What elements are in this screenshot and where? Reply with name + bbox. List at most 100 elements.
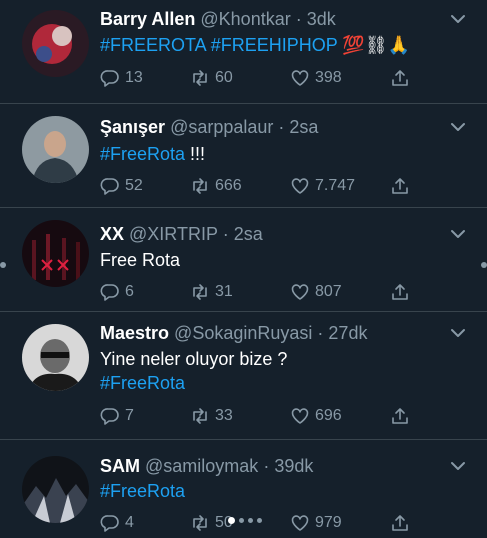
tweet-header: XX @XIRTRIP · 2sa (100, 223, 447, 245)
reply-count: 13 (125, 69, 143, 86)
hashtag-link[interactable]: #FreeRota (100, 373, 185, 393)
page-dot-active[interactable] (228, 517, 235, 524)
tweet-text-line: #FREEROTA #FREEHIPHOP 💯⛓🙏 (100, 33, 467, 57)
display-name[interactable]: Barry Allen (100, 9, 195, 29)
display-name[interactable]: Şanışer (100, 117, 165, 137)
timestamp[interactable]: 39dk (274, 456, 313, 476)
avatar[interactable] (22, 220, 89, 287)
page-dot[interactable] (248, 518, 253, 523)
tweet[interactable]: Barry Allen @Khontkar · 3dk #FREEROTA #F… (0, 0, 487, 104)
username[interactable]: @sarppalaur (170, 117, 273, 137)
reply-button[interactable]: 7 (100, 405, 134, 427)
display-name[interactable]: XX (100, 224, 124, 244)
retweet-icon (190, 176, 215, 196)
retweet-count: 666 (215, 177, 242, 194)
tweet-text: #FreeRota (100, 479, 467, 503)
hashtag-link[interactable]: #FREEROTA #FREEHIPHOP (100, 35, 337, 55)
display-name[interactable]: Maestro (100, 323, 169, 343)
timestamp[interactable]: 2sa (234, 224, 263, 244)
like-count: 807 (315, 283, 342, 300)
avatar[interactable] (22, 324, 89, 391)
separator: · (295, 9, 302, 29)
like-count: 7.747 (315, 177, 356, 194)
chevron-down-icon[interactable] (449, 324, 467, 342)
share-button[interactable] (390, 281, 415, 303)
like-count: 696 (315, 407, 342, 424)
chevron-down-icon[interactable] (449, 10, 467, 28)
timestamp[interactable]: 27dk (328, 323, 367, 343)
avatar[interactable] (22, 10, 89, 77)
page-dot[interactable] (257, 518, 262, 523)
tweet-text-line: Free Rota (100, 248, 467, 272)
tweet-text-span: 💯⛓🙏 (337, 35, 411, 55)
reply-button[interactable]: 13 (100, 67, 143, 89)
retweet-button[interactable]: 33 (190, 405, 233, 427)
like-button[interactable]: 696 (290, 405, 342, 427)
chevron-down-icon[interactable] (449, 118, 467, 136)
tweet-text-line: #FreeRota (100, 371, 467, 395)
tweet-header: Şanışer @sarppalaur · 2sa (100, 116, 447, 138)
avatar[interactable] (22, 116, 89, 183)
username[interactable]: @Khontkar (200, 9, 290, 29)
retweet-button[interactable]: 666 (190, 175, 242, 197)
reply-icon (100, 176, 125, 196)
username[interactable]: @XIRTRIP (129, 224, 218, 244)
page-indicator[interactable] (228, 517, 262, 524)
timestamp[interactable]: 2sa (289, 117, 318, 137)
chevron-down-icon[interactable] (449, 457, 467, 475)
tweet[interactable]: XX @XIRTRIP · 2sa Free Rota 6 31 807 (0, 208, 487, 312)
tweet[interactable]: Maestro @SokaginRuyasi · 27dk Yine neler… (0, 312, 487, 440)
username[interactable]: @samiloymak (145, 456, 258, 476)
display-name[interactable]: SAM (100, 456, 140, 476)
retweet-icon (190, 68, 215, 88)
share-button[interactable] (390, 512, 415, 534)
username[interactable]: @SokaginRuyasi (174, 323, 312, 343)
tweet-header: SAM @samiloymak · 39dk (100, 455, 447, 477)
retweet-icon (190, 282, 215, 302)
tweet-header: Maestro @SokaginRuyasi · 27dk (100, 322, 447, 344)
retweet-count: 60 (215, 69, 233, 86)
separator: · (317, 323, 324, 343)
retweet-button[interactable]: 60 (190, 67, 233, 89)
share-button[interactable] (390, 67, 415, 89)
timestamp[interactable]: 3dk (307, 9, 336, 29)
chevron-down-icon[interactable] (449, 225, 467, 243)
share-button[interactable] (390, 405, 415, 427)
tweet[interactable]: Şanışer @sarppalaur · 2sa #FreeRota !!! … (0, 104, 487, 208)
page-dot[interactable] (239, 518, 244, 523)
tweet-text-line: #FreeRota (100, 479, 467, 503)
reply-button[interactable]: 52 (100, 175, 143, 197)
hashtag-link[interactable]: #FreeRota (100, 144, 185, 164)
separator: · (222, 224, 229, 244)
retweet-icon (190, 513, 215, 533)
tweet-text-line: #FreeRota !!! (100, 142, 467, 166)
like-button[interactable]: 979 (290, 512, 342, 534)
reply-button[interactable]: 4 (100, 512, 134, 534)
tweet-feed: Barry Allen @Khontkar · 3dk #FREEROTA #F… (0, 0, 487, 538)
tweet-actions: 13 60 398 (100, 67, 420, 89)
tweet-actions: 6 31 807 (100, 281, 420, 303)
share-icon (390, 176, 415, 196)
retweet-count: 33 (215, 407, 233, 424)
tweet-text: Yine neler oluyor bize ? #FreeRota (100, 347, 467, 395)
retweet-button[interactable]: 31 (190, 281, 233, 303)
share-icon (390, 513, 415, 533)
tweet-text-span: Free Rota (100, 250, 181, 270)
like-button[interactable]: 7.747 (290, 175, 355, 197)
tweet-text-span: Yine neler oluyor bize ? (100, 349, 288, 369)
like-count: 398 (315, 69, 342, 86)
like-icon (290, 68, 315, 88)
hashtag-link[interactable]: #FreeRota (100, 481, 185, 501)
like-button[interactable]: 398 (290, 67, 342, 89)
reply-button[interactable]: 6 (100, 281, 134, 303)
share-button[interactable] (390, 175, 415, 197)
scroll-indicator-dot (0, 262, 6, 268)
retweet-button[interactable]: 50 (190, 512, 233, 534)
avatar[interactable] (22, 456, 89, 523)
tweet-text-line: Yine neler oluyor bize ? (100, 347, 467, 371)
like-icon (290, 406, 315, 426)
like-icon (290, 282, 315, 302)
like-button[interactable]: 807 (290, 281, 342, 303)
share-icon (390, 68, 415, 88)
separator: · (278, 117, 285, 137)
